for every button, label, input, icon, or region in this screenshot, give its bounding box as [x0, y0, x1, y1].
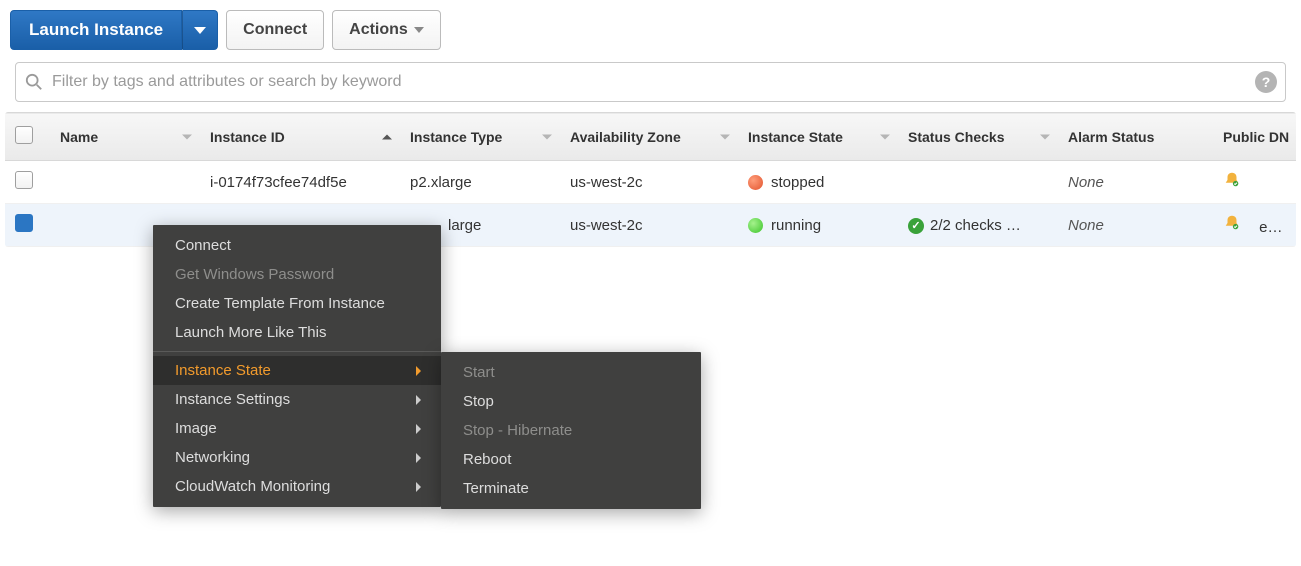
- context-submenu-instance-state: Start Stop Stop - Hibernate Reboot Termi…: [441, 352, 701, 509]
- cell-state: running: [738, 204, 898, 247]
- connect-button[interactable]: Connect: [226, 10, 324, 50]
- state-dot-icon: [748, 218, 763, 233]
- toolbar: Launch Instance Connect Actions: [0, 0, 1301, 62]
- cell-alarm: None: [1058, 161, 1213, 204]
- sort-caret-icon: [542, 134, 552, 139]
- row-checkbox[interactable]: [15, 171, 33, 189]
- check-ok-icon: ✓: [908, 218, 924, 234]
- chevron-right-icon: [416, 482, 421, 492]
- launch-instance-dropdown[interactable]: [182, 10, 218, 50]
- ctx-image[interactable]: Image: [153, 414, 441, 443]
- cell-alarm-icon[interactable]: [1213, 161, 1296, 204]
- chevron-right-icon: [416, 424, 421, 434]
- header-instance-state[interactable]: Instance State: [738, 113, 898, 161]
- row-checkbox[interactable]: [15, 214, 33, 232]
- cell-az: us-west-2c: [560, 204, 738, 247]
- cell-alarm: None: [1058, 204, 1213, 247]
- cell-instance-type: p2.xlarge: [400, 161, 560, 204]
- header-name[interactable]: Name: [50, 113, 200, 161]
- ctx-get-windows-password: Get Windows Password: [153, 260, 441, 289]
- ctx-connect[interactable]: Connect: [153, 231, 441, 260]
- ctx-instance-settings[interactable]: Instance Settings: [153, 385, 441, 414]
- cell-status-checks: ✓ 2/2 checks …: [898, 204, 1058, 247]
- actions-button[interactable]: Actions: [332, 10, 441, 50]
- ctx-stop-hibernate: Stop - Hibernate: [441, 416, 701, 445]
- select-all-checkbox[interactable]: [15, 126, 33, 144]
- header-instance-id[interactable]: Instance ID: [200, 113, 400, 161]
- table-row[interactable]: i-0174f73cfee74df5e p2.xlarge us-west-2c…: [5, 161, 1296, 204]
- filter-bar: ?: [15, 62, 1286, 102]
- cell-status-checks: [898, 161, 1058, 204]
- alarm-bell-icon[interactable]: [1223, 214, 1241, 232]
- cell-instance-id: i-0174f73cfee74df5e: [200, 161, 400, 204]
- header-status-checks[interactable]: Status Checks: [898, 113, 1058, 161]
- sort-caret-icon: [1040, 134, 1050, 139]
- search-icon: [24, 72, 44, 92]
- header-availability-zone[interactable]: Availability Zone: [560, 113, 738, 161]
- sort-caret-icon: [880, 134, 890, 139]
- cell-name: [50, 161, 200, 204]
- ctx-launch-more[interactable]: Launch More Like This: [153, 318, 441, 347]
- cell-dns: ec2-54-20: [1213, 204, 1296, 247]
- sort-caret-up-icon: [382, 134, 392, 139]
- filter-input[interactable]: [52, 73, 1247, 91]
- state-dot-icon: [748, 175, 763, 190]
- caret-down-icon: [194, 27, 206, 34]
- chevron-right-icon: [416, 453, 421, 463]
- header-instance-type[interactable]: Instance Type: [400, 113, 560, 161]
- cell-state: stopped: [738, 161, 898, 204]
- ctx-create-template[interactable]: Create Template From Instance: [153, 289, 441, 318]
- help-icon[interactable]: ?: [1255, 71, 1277, 93]
- header-select-all[interactable]: [5, 113, 50, 161]
- launch-instance-split-button: Launch Instance: [10, 10, 218, 50]
- launch-instance-button[interactable]: Launch Instance: [10, 10, 182, 50]
- cell-az: us-west-2c: [560, 161, 738, 204]
- context-menu: Connect Get Windows Password Create Temp…: [153, 225, 441, 507]
- sort-caret-icon: [720, 134, 730, 139]
- actions-label: Actions: [349, 21, 408, 39]
- divider: [153, 351, 441, 352]
- chevron-right-icon: [416, 366, 421, 376]
- ctx-start: Start: [441, 358, 701, 387]
- header-alarm-status[interactable]: Alarm Status: [1058, 113, 1213, 161]
- header-public-dns[interactable]: Public DN: [1213, 113, 1296, 161]
- table-header-row: Name Instance ID Instance Type Availabil…: [5, 113, 1296, 161]
- caret-down-icon: [414, 27, 424, 33]
- ctx-cloudwatch[interactable]: CloudWatch Monitoring: [153, 472, 441, 501]
- ctx-terminate[interactable]: Terminate: [441, 474, 701, 503]
- sort-caret-icon: [182, 134, 192, 139]
- chevron-right-icon: [416, 395, 421, 405]
- ctx-stop[interactable]: Stop: [441, 387, 701, 416]
- alarm-bell-icon: [1223, 171, 1241, 189]
- ctx-reboot[interactable]: Reboot: [441, 445, 701, 474]
- ctx-instance-state[interactable]: Instance State: [153, 356, 441, 385]
- ctx-networking[interactable]: Networking: [153, 443, 441, 472]
